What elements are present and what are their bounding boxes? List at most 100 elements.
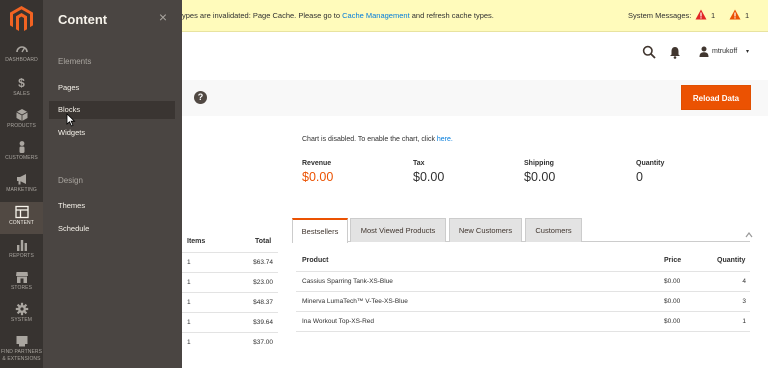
flyout-link-schedule[interactable]: Schedule	[49, 220, 175, 238]
nav-item-label: MARKETING	[6, 187, 37, 193]
partners-icon	[16, 336, 27, 347]
product-name: Cassius Sparring Tank-XS-Blue	[302, 278, 393, 285]
cube-icon	[15, 109, 28, 121]
bell-icon[interactable]	[669, 46, 681, 59]
flyout-section-elements: Elements	[58, 57, 92, 66]
order-total: $39.64	[253, 319, 273, 326]
tab-customers[interactable]: Customers	[525, 218, 582, 242]
orders-header-total: Total	[255, 238, 272, 245]
page-actions-bar: ? Reload Data	[182, 80, 768, 116]
nav-item-label: DASHBOARD	[5, 57, 38, 63]
nav-item-label: STORES	[10, 285, 33, 291]
chart-notice-text: Chart is disabled. To enable the chart, …	[302, 136, 437, 143]
table-row[interactable]: Minerva LumaTech™ V-Tee-XS-Blue $0.00 3	[296, 291, 750, 311]
product-quantity: 3	[742, 298, 746, 305]
table-row[interactable]: 1 $48.37	[182, 292, 278, 312]
tab-most-viewed-products[interactable]: Most Viewed Products	[350, 218, 446, 242]
cache-management-link[interactable]: Cache Management	[342, 11, 410, 20]
order-total: $37.00	[253, 339, 273, 346]
error-icon[interactable]	[695, 9, 707, 20]
nav-item-customers[interactable]: CUSTOMERS	[0, 140, 43, 170]
product-name: Minerva LumaTech™ V-Tee-XS-Blue	[302, 298, 408, 305]
table-divider	[296, 331, 750, 332]
product-price: $0.00	[664, 278, 681, 285]
total-value: $0.00	[524, 170, 556, 184]
layout-icon	[14, 205, 29, 219]
gear-icon	[15, 302, 28, 316]
tab-bestsellers[interactable]: Bestsellers	[292, 218, 348, 243]
total-quantity: Quantity 0	[636, 160, 664, 184]
total-value: $0.00	[413, 170, 445, 184]
order-total: $23.00	[253, 279, 273, 286]
username[interactable]: mtrukoff	[712, 48, 737, 55]
table-row[interactable]: 1 $23.00	[182, 272, 278, 292]
nav-item-label: PRODUCTS	[7, 123, 36, 129]
help-icon[interactable]: ?	[194, 91, 207, 104]
total-label: Shipping	[524, 160, 554, 167]
cache-message-text-end: and refresh cache types.	[409, 11, 494, 20]
nav-item-content[interactable]: CONTENT	[0, 202, 43, 234]
bestsellers-header-quantity: Quantity	[717, 257, 746, 264]
nav-item-find-partners[interactable]: FIND PARTNERS & EXTENSIONS	[0, 334, 43, 368]
reload-data-button[interactable]: Reload Data	[681, 85, 751, 110]
nav-item-sales[interactable]: $ SALES	[0, 76, 43, 106]
order-items: 1	[187, 319, 191, 326]
flyout-link-themes[interactable]: Themes	[49, 197, 175, 215]
magento-logo-icon[interactable]	[10, 6, 33, 32]
total-value: 0	[636, 170, 643, 184]
order-total: $48.37	[253, 299, 273, 306]
total-value: $0.00	[302, 170, 334, 184]
nav-item-reports[interactable]: REPORTS	[0, 238, 43, 268]
table-row[interactable]: Ina Workout Top-XS-Red $0.00 1	[296, 311, 750, 331]
flyout-link-pages[interactable]: Pages	[49, 79, 175, 97]
search-icon[interactable]	[642, 45, 656, 59]
nav-item-label: REPORTS	[9, 253, 34, 259]
nav-item-label: FIND PARTNERS	[0, 349, 43, 355]
store-icon	[15, 272, 28, 283]
nav-item-stores[interactable]: STORES	[0, 270, 43, 300]
total-label: Revenue	[302, 160, 332, 167]
flyout-section-design: Design	[58, 176, 83, 185]
nav-item-system[interactable]: SYSTEM	[0, 302, 43, 332]
nav-item-dashboard[interactable]: DASHBOARD	[0, 42, 43, 72]
user-icon[interactable]	[699, 46, 709, 57]
dashboard-tabs: Bestsellers Most Viewed Products New Cus…	[292, 218, 750, 243]
nav-item-label: CUSTOMERS	[5, 155, 38, 161]
product-price: $0.00	[664, 298, 681, 305]
table-row[interactable]: 1 $39.64	[182, 312, 278, 332]
order-items: 1	[187, 299, 191, 306]
product-quantity: 4	[742, 278, 746, 285]
warning-icon[interactable]	[729, 9, 741, 20]
table-row[interactable]: Cassius Sparring Tank-XS-Blue $0.00 4	[296, 271, 750, 291]
close-icon[interactable]: ×	[155, 9, 171, 25]
cache-message: ypes are invalidated: Page Cache. Please…	[182, 11, 494, 20]
scroll-arrow-icon[interactable]	[745, 230, 753, 240]
product-price: $0.00	[664, 318, 681, 325]
total-label: Quantity	[636, 160, 665, 167]
order-items: 1	[187, 279, 191, 286]
bar-chart-icon	[16, 240, 27, 251]
nav-item-label-line2: & EXTENSIONS	[2, 356, 41, 362]
bestsellers-header-price: Price	[664, 257, 682, 264]
chevron-down-icon[interactable]: ▾	[746, 48, 749, 55]
dollar-icon: $	[18, 76, 25, 90]
total-revenue: Revenue $0.00	[302, 160, 333, 184]
nav-item-label: CONTENT	[9, 220, 34, 226]
person-icon	[19, 141, 24, 153]
orders-header-items: Items	[187, 238, 206, 245]
content-flyout-menu: Content × Elements Pages Blocks Widgets …	[43, 0, 182, 368]
system-message-bar: ypes are invalidated: Page Cache. Please…	[182, 0, 768, 32]
nav-item-products[interactable]: PRODUCTS	[0, 108, 43, 138]
table-row[interactable]: 1 $63.74	[182, 252, 278, 272]
table-row[interactable]: 1 $37.00	[182, 332, 278, 352]
enable-chart-link[interactable]: here.	[437, 136, 453, 143]
admin-screen: DASHBOARD $ SALES PRODUCTS CUSTOMERS MAR…	[0, 0, 768, 368]
nav-item-marketing[interactable]: MARKETING	[0, 172, 43, 202]
total-shipping: Shipping $0.00	[524, 160, 555, 184]
chart-disabled-notice: Chart is disabled. To enable the chart, …	[302, 136, 453, 143]
error-count: 1	[711, 11, 716, 20]
product-name: Ina Workout Top-XS-Red	[302, 318, 375, 325]
order-total: $63.74	[253, 259, 273, 266]
flyout-title: Content	[58, 12, 108, 27]
tab-new-customers[interactable]: New Customers	[449, 218, 522, 242]
